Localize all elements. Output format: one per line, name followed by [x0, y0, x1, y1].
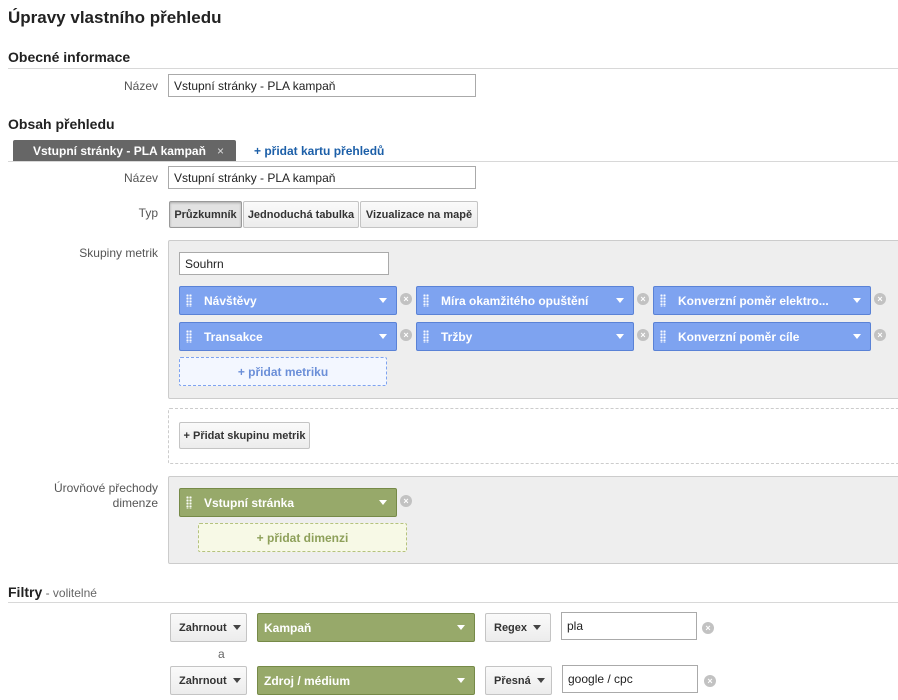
chevron-down-icon	[232, 625, 241, 630]
remove-icon[interactable]: ×	[702, 622, 714, 634]
metric-chip-label: Tržby	[441, 329, 473, 344]
filter-dimension-chip[interactable]: Zdroj / médium	[257, 666, 475, 695]
remove-icon[interactable]: ×	[874, 293, 886, 305]
metric-chip[interactable]: Konverzní poměr cíle	[653, 322, 871, 351]
report-content-heading: Obsah přehledu	[8, 116, 115, 132]
filter-dimension-label: Zdroj / médium	[264, 673, 351, 688]
remove-icon[interactable]: ×	[637, 293, 649, 305]
add-metric-group-button[interactable]: + Přidat skupinu metrik	[179, 422, 310, 449]
filter-include-value: Zahrnout	[179, 621, 227, 634]
dimension-chip-label: Vstupní stránka	[204, 495, 295, 510]
metric-chip[interactable]: Míra okamžitého opuštění	[416, 286, 634, 315]
remove-icon[interactable]: ×	[874, 329, 886, 341]
type-explorer-button[interactable]: Průzkumník	[169, 201, 242, 228]
dimension-drilldown-label-line2: dimenze	[112, 496, 158, 510]
chevron-down-icon[interactable]	[379, 500, 387, 505]
metric-group-name-input[interactable]: Souhrn	[179, 252, 389, 275]
type-label: Typ	[138, 206, 158, 220]
drag-handle-icon[interactable]	[423, 330, 429, 343]
metric-chip-label: Transakce	[204, 329, 263, 344]
metric-chip-label: Míra okamžitého opuštění	[441, 293, 589, 308]
filter-match-select[interactable]: Regex	[485, 613, 551, 642]
filter-include-select[interactable]: Zahrnout	[170, 666, 247, 695]
filter-value-input[interactable]: pla	[561, 612, 697, 640]
filter-match-value: Přesná	[494, 674, 531, 687]
metric-groups-label: Skupiny metrik	[79, 246, 158, 260]
drag-handle-icon[interactable]	[186, 294, 192, 307]
chevron-down-icon[interactable]	[457, 678, 465, 683]
metric-chip[interactable]: Tržby	[416, 322, 634, 351]
metric-chip[interactable]: Návštěvy	[179, 286, 397, 315]
type-flat-table-button[interactable]: Jednoduchá tabulka	[243, 201, 359, 228]
add-metric-button[interactable]: + přidat metriku	[179, 357, 387, 386]
content-divider	[8, 161, 898, 162]
metric-chip-label: Konverzní poměr elektro...	[678, 293, 829, 308]
filter-dimension-chip[interactable]: Kampaň	[257, 613, 475, 642]
general-info-heading: Obecné informace	[8, 49, 131, 65]
filters-heading-text: Filtry	[8, 584, 43, 600]
tab-report-label: Vstupní stránky - PLA kampaň	[33, 143, 206, 158]
chevron-down-icon	[536, 678, 545, 683]
filters-optional-text: - volitelné	[42, 586, 97, 600]
general-name-label: Název	[123, 79, 158, 93]
tab-name-label: Název	[123, 171, 158, 185]
remove-icon[interactable]: ×	[637, 329, 649, 341]
filter-and-connector: a	[218, 647, 225, 661]
chevron-down-icon[interactable]	[853, 334, 861, 339]
type-map-overlay-button[interactable]: Vizualizace na mapě	[360, 201, 478, 228]
filter-match-select[interactable]: Přesná	[485, 666, 552, 695]
metric-chip[interactable]: Konverzní poměr elektro...	[653, 286, 871, 315]
filters-heading: Filtry - volitelné	[8, 584, 97, 600]
drag-handle-icon[interactable]	[186, 330, 192, 343]
chevron-down-icon[interactable]	[853, 298, 861, 303]
chevron-down-icon[interactable]	[616, 298, 624, 303]
chevron-down-icon	[533, 625, 542, 630]
page-title: Úpravy vlastního přehledu	[8, 8, 222, 27]
filter-match-value: Regex	[494, 621, 528, 634]
close-icon[interactable]: ×	[217, 144, 224, 158]
drag-handle-icon[interactable]	[423, 294, 429, 307]
drag-handle-icon[interactable]	[660, 294, 666, 307]
drag-handle-icon[interactable]	[660, 330, 666, 343]
general-divider	[8, 68, 898, 69]
chevron-down-icon	[232, 678, 241, 683]
tab-name-input[interactable]: Vstupní stránky - PLA kampaň	[168, 166, 476, 189]
chevron-down-icon[interactable]	[379, 334, 387, 339]
metric-chip-label: Konverzní poměr cíle	[678, 329, 800, 344]
filter-value-input[interactable]: google / cpc	[562, 665, 698, 693]
dimension-chip[interactable]: Vstupní stránka	[179, 488, 397, 517]
add-dimension-button[interactable]: + přidat dimenzi	[198, 523, 407, 552]
chevron-down-icon[interactable]	[379, 298, 387, 303]
filter-include-select[interactable]: Zahrnout	[170, 613, 247, 642]
metric-chip-label: Návštěvy	[204, 293, 257, 308]
filters-divider	[8, 602, 898, 603]
remove-icon[interactable]: ×	[400, 495, 412, 507]
report-name-input[interactable]: Vstupní stránky - PLA kampaň	[168, 74, 476, 97]
filter-include-value: Zahrnout	[179, 674, 227, 687]
drag-handle-icon[interactable]	[186, 496, 192, 509]
tab-report[interactable]: Vstupní stránky - PLA kampaň ×	[13, 140, 236, 161]
remove-icon[interactable]: ×	[704, 675, 716, 687]
remove-icon[interactable]: ×	[400, 329, 412, 341]
filter-dimension-label: Kampaň	[264, 620, 312, 635]
metric-chip[interactable]: Transakce	[179, 322, 397, 351]
dimension-drilldown-label-line1: Úrovňové přechody	[53, 481, 158, 495]
add-tab-link[interactable]: + přidat kartu přehledů	[254, 144, 384, 158]
chevron-down-icon[interactable]	[457, 625, 465, 630]
chevron-down-icon[interactable]	[616, 334, 624, 339]
remove-icon[interactable]: ×	[400, 293, 412, 305]
